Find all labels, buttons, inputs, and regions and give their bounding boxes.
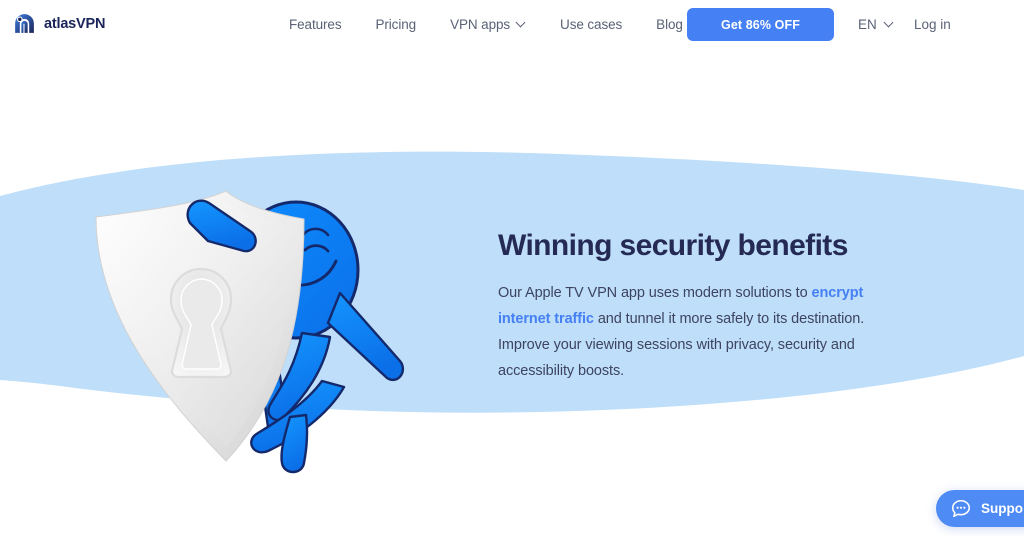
atlasvpn-arch-logo-icon bbox=[15, 14, 34, 33]
nav-item-pricing[interactable]: Pricing bbox=[358, 17, 433, 32]
nav-item-label: Features bbox=[289, 16, 342, 32]
page-title: Winning security benefits bbox=[498, 229, 848, 262]
hero-illustration bbox=[95, 190, 405, 474]
chat-bubble-icon bbox=[951, 499, 971, 517]
character-right-arm bbox=[326, 291, 405, 381]
nav-item-label: Use cases bbox=[560, 16, 623, 32]
support-chat-button[interactable]: Suppo bbox=[936, 490, 1024, 527]
chevron-down-icon bbox=[885, 19, 894, 28]
hero-paragraph: Our Apple TV VPN app uses modern solutio… bbox=[498, 280, 913, 384]
logo[interactable]: atlasVPN bbox=[12, 11, 105, 36]
support-label: Suppo bbox=[981, 501, 1023, 516]
logo-text: atlasVPN bbox=[44, 15, 106, 32]
chevron-down-icon bbox=[517, 19, 526, 28]
language-selector-label: EN bbox=[858, 16, 877, 32]
get-discount-button[interactable]: Get 86% OFF bbox=[687, 8, 834, 41]
nav-item-label: Blog bbox=[656, 16, 683, 32]
site-header: atlasVPN Features Pricing VPN apps Use c… bbox=[0, 0, 1024, 48]
language-selector[interactable]: EN bbox=[858, 0, 894, 48]
nav-item-label: VPN apps bbox=[450, 16, 511, 32]
hero-content: Winning security benefits Our Apple TV V… bbox=[498, 228, 928, 384]
login-link[interactable]: Log in bbox=[914, 0, 951, 48]
nav-item-label: Pricing bbox=[375, 16, 417, 32]
nav-item-features[interactable]: Features bbox=[272, 17, 358, 32]
nav-item-vpn-apps[interactable]: VPN apps bbox=[433, 17, 543, 32]
nav-item-use-cases[interactable]: Use cases bbox=[543, 17, 639, 32]
hero-paragraph-part1: Our Apple TV VPN app uses modern solutio… bbox=[498, 285, 812, 301]
